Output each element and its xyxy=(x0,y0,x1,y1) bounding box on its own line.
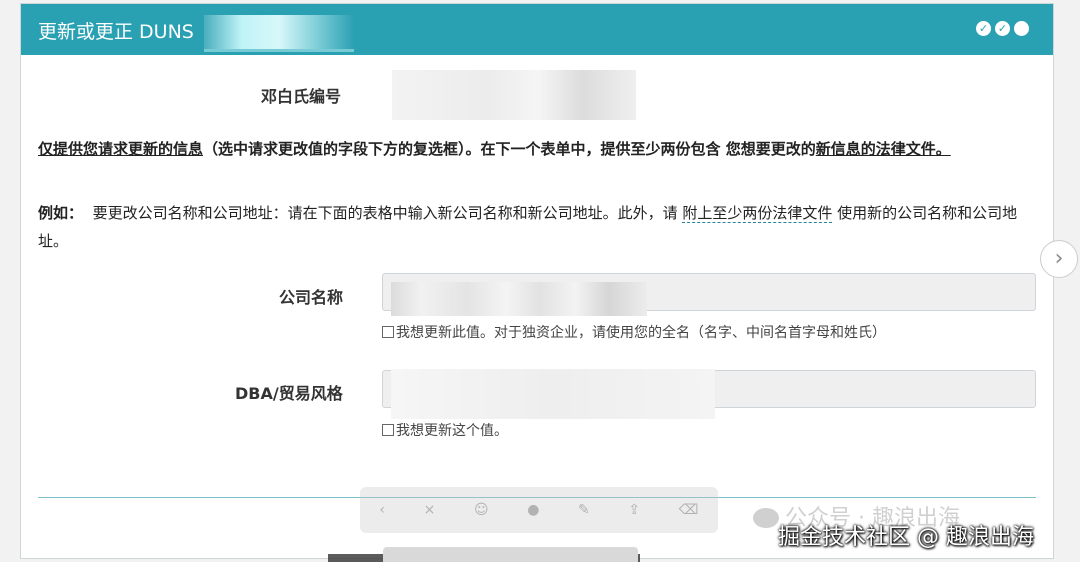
check-icon[interactable]: ✓ xyxy=(995,21,1010,36)
redacted-title-suffix xyxy=(204,15,354,52)
share-icon[interactable]: ⇪ xyxy=(628,502,640,518)
checkbox[interactable] xyxy=(382,326,394,338)
checkbox[interactable] xyxy=(382,424,394,436)
dba-checkbox-label: 我想更新这个值。 xyxy=(396,423,508,439)
company-name-label: 公司名称 xyxy=(279,288,344,307)
window-controls: ✓ ✓ xyxy=(976,21,1029,36)
instruction-body: （选中请求更改值的字段下方的复选框）。在下一个表单中，提供至少两份包含 您想要更… xyxy=(203,140,816,158)
attach-documents-link[interactable]: 附上至少两份法律文件 xyxy=(682,204,833,223)
example-prefix: 例如： xyxy=(38,204,84,222)
trash-icon[interactable]: ⌫ xyxy=(679,502,699,518)
wechat-icon xyxy=(753,508,779,528)
dba-update-checkbox[interactable]: 我想更新这个值。 xyxy=(382,420,508,440)
card-header: 更新或更正 DUNS ✓ ✓ xyxy=(21,4,1053,55)
duns-update-card: 更新或更正 DUNS ✓ ✓ 邓白氏编号 仅提供您请求更新的信息（选中请求更改值… xyxy=(20,3,1054,559)
circle-icon[interactable] xyxy=(1014,21,1029,36)
instruction-text: 仅提供您请求更新的信息（选中请求更改值的字段下方的复选框）。在下一个表单中，提供… xyxy=(38,135,1038,163)
example-body: 要更改公司名称和公司地址：请在下面的表格中输入新公司名称和新公司地址。此外，请 xyxy=(92,204,678,222)
check-icon[interactable]: ✓ xyxy=(976,21,991,36)
close-icon[interactable]: × xyxy=(424,502,436,518)
floating-toolbar: ‹ × ☺ ● ✎ ⇪ ⌫ xyxy=(360,487,718,533)
smiley-icon[interactable]: ☺ xyxy=(474,502,489,518)
watermark-community: 掘金技术社区 @ 趣浪出海 xyxy=(778,525,1034,550)
edit-icon[interactable]: ✎ xyxy=(578,502,590,518)
chevron-right-icon[interactable]: › xyxy=(1040,240,1078,278)
dba-label: DBA/贸易风格 xyxy=(235,384,343,403)
duns-number-label: 邓白氏编号 xyxy=(261,87,342,106)
back-icon[interactable]: ‹ xyxy=(379,502,385,518)
example-text: 例如： 要更改公司名称和公司地址：请在下面的表格中输入新公司名称和新公司地址。此… xyxy=(38,199,1038,255)
page-title: 更新或更正 DUNS xyxy=(38,21,194,43)
company-name-update-checkbox[interactable]: 我想更新此值。对于独资企业，请使用您的全名（名字、中间名首字母和姓氏） xyxy=(382,322,886,342)
instruction-emphasis: 仅提供您请求更新的信息 xyxy=(38,140,204,158)
dba-input[interactable] xyxy=(382,369,1036,419)
redacted-dba xyxy=(391,369,715,419)
redacted-duns-number xyxy=(392,70,636,120)
company-name-input[interactable] xyxy=(382,273,1036,316)
redacted-company-name xyxy=(391,282,647,316)
bottom-tab xyxy=(383,547,638,562)
company-name-checkbox-label: 我想更新此值。对于独资企业，请使用您的全名（名字、中间名首字母和姓氏） xyxy=(396,325,886,341)
record-icon[interactable]: ● xyxy=(527,502,539,518)
instruction-legal-docs: 新信息的法律文件。 xyxy=(815,140,951,158)
